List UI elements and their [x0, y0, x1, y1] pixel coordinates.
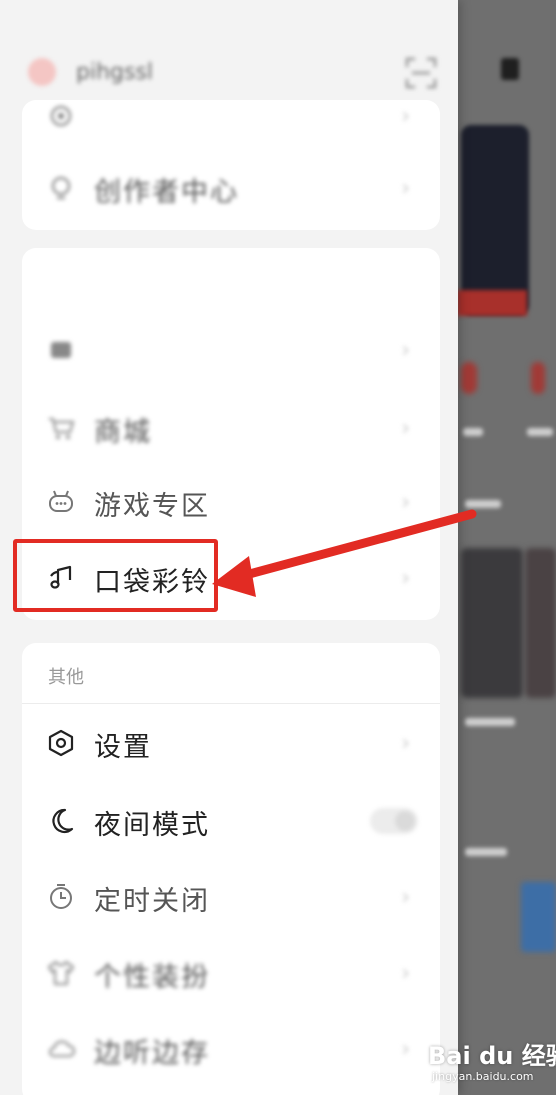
- chevron-right-icon: ›: [401, 731, 410, 756]
- hexagon-settings-icon: [48, 729, 74, 757]
- baidu-jingyan-watermark: Bai du 经验 jingyan.baidu.com: [420, 1030, 556, 1095]
- section-title: 其他: [48, 667, 84, 688]
- chevron-right-icon: ›: [401, 961, 410, 986]
- background-red-icon: [531, 362, 545, 394]
- background-banner-image: [461, 125, 529, 315]
- menu-item-mall[interactable]: 商城 ›: [22, 396, 440, 460]
- background-text: [465, 500, 501, 508]
- chevron-right-icon: ›: [401, 104, 410, 129]
- menu-item-label: 创作者中心: [94, 177, 239, 208]
- background-menu-icon: [501, 58, 519, 80]
- lightbulb-icon: [52, 177, 70, 199]
- background-app-content[interactable]: [455, 0, 556, 1095]
- chevron-right-icon: ›: [401, 566, 410, 591]
- chevron-right-icon: ›: [401, 490, 410, 515]
- avatar[interactable]: [28, 58, 56, 86]
- gear-icon: [51, 106, 71, 126]
- watermark-url: jingyan.baidu.com: [432, 1070, 534, 1083]
- menu-item-label: 游戏专区: [94, 491, 210, 522]
- background-blue-thumbnail: [521, 882, 556, 952]
- night-mode-toggle[interactable]: [370, 808, 418, 834]
- chevron-right-icon: ›: [401, 885, 410, 910]
- chevron-right-icon: ›: [401, 338, 410, 363]
- background-banner-strip: [457, 290, 527, 316]
- chevron-right-icon: ›: [401, 416, 410, 441]
- cloud-icon: [51, 342, 71, 358]
- background-photo: [525, 548, 556, 698]
- section-divider: [22, 703, 440, 704]
- menu-item-label: 设置: [94, 732, 152, 763]
- background-text: [465, 718, 515, 726]
- menu-item-label: 边听边存: [94, 1038, 210, 1069]
- background-text: [465, 848, 507, 856]
- status-bar: [0, 0, 458, 38]
- watermark-brand: Bai du 经验: [428, 1042, 556, 1070]
- menu-item-label: 夜间模式: [94, 810, 210, 841]
- highlight-box: [13, 539, 218, 612]
- moon-icon: [52, 808, 74, 834]
- menu-item-label: 定时关闭: [94, 886, 210, 917]
- gamepad-icon: [49, 490, 73, 512]
- background-text: [527, 428, 553, 436]
- menu-item-dress-up[interactable]: 个性装扮 ›: [22, 941, 440, 1005]
- menu-item-settings[interactable]: 设置 ›: [22, 711, 440, 775]
- background-photo: [461, 548, 523, 698]
- menu-item-top-hidden[interactable]: ›: [22, 84, 440, 148]
- menu-item-cloud[interactable]: ›: [22, 318, 440, 382]
- cart-icon: [49, 418, 75, 439]
- background-red-icon: [461, 362, 477, 394]
- menu-card-top: › 创作者中心 ›: [22, 100, 440, 230]
- menu-item-timer-close[interactable]: 定时关闭 ›: [22, 865, 440, 929]
- screen: pihgssl › 创作者中心 › › 商城 › 游戏专区 › 口袋彩铃 › 其…: [0, 0, 556, 1095]
- menu-item-listen-save[interactable]: 边听边存 ›: [22, 1017, 440, 1081]
- cloud-save-icon: [49, 1040, 75, 1057]
- menu-item-game-zone[interactable]: 游戏专区 ›: [22, 470, 440, 534]
- menu-item-night-mode[interactable]: 夜间模式: [22, 789, 440, 853]
- username[interactable]: pihgssl: [76, 60, 153, 85]
- chevron-right-icon: ›: [401, 1037, 410, 1062]
- background-text: [463, 428, 483, 436]
- menu-item-label: 商城: [94, 417, 152, 448]
- timer-icon: [50, 884, 72, 909]
- shirt-icon: [48, 961, 74, 985]
- chevron-right-icon: ›: [401, 176, 410, 201]
- menu-item-label: 个性装扮: [94, 962, 210, 993]
- menu-item-creator-center[interactable]: 创作者中心 ›: [22, 156, 440, 220]
- menu-card-other: 其他 设置 › 夜间模式 定时关闭 › 个性装扮 › 边听边存 ›: [22, 643, 440, 1095]
